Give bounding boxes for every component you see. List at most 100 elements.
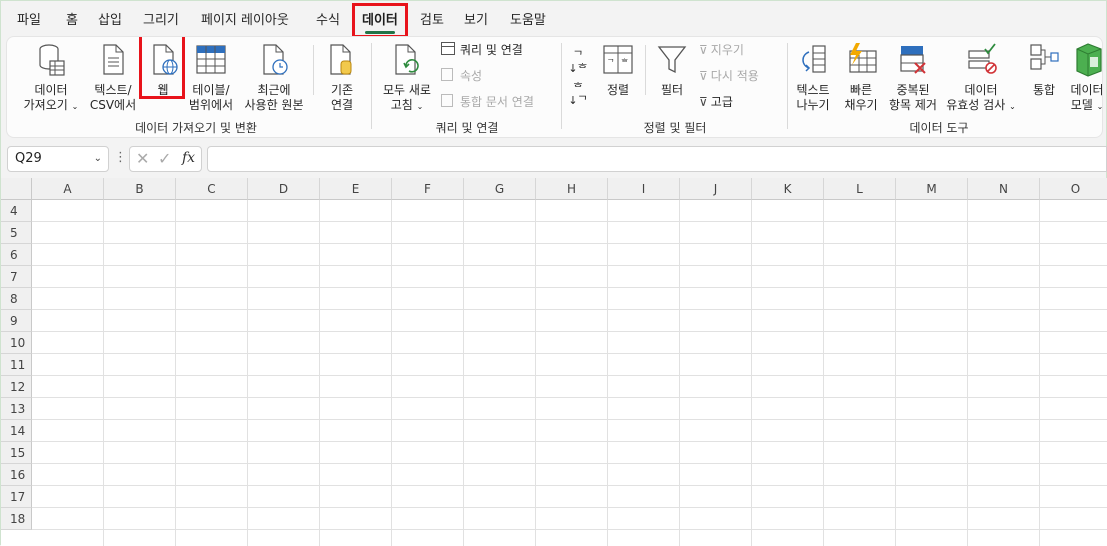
name-box[interactable]: Q29 ⌄ <box>7 146 109 172</box>
column-gridline <box>463 200 464 546</box>
column-header[interactable]: O <box>1040 178 1107 200</box>
refresh-all-label-2: 고침 ⌄ <box>390 98 424 112</box>
row-header[interactable]: 18 <box>1 508 32 530</box>
column-header[interactable]: K <box>752 178 824 200</box>
tab-home[interactable]: 홈 <box>66 11 78 31</box>
row-gridline <box>32 243 1107 244</box>
column-header[interactable]: C <box>176 178 248 200</box>
edit-links-button[interactable]: 통합 문서 연결 <box>441 93 534 111</box>
queries-pane-icon <box>441 42 455 55</box>
reapply-button[interactable]: ⊽ 다시 적용 <box>699 67 759 85</box>
column-header[interactable]: F <box>392 178 464 200</box>
row-gridline <box>32 353 1107 354</box>
properties-button[interactable]: 속성 <box>441 67 482 85</box>
flash-fill-label-2: 채우기 <box>844 98 878 112</box>
tab-view[interactable]: 보기 <box>464 11 488 31</box>
advanced-filter-button[interactable]: ⊽ 고급 <box>699 93 733 111</box>
column-gridline <box>175 200 176 546</box>
reapply-label: 다시 적용 <box>710 69 759 83</box>
select-all-corner[interactable] <box>1 178 32 200</box>
row-header[interactable]: 10 <box>1 332 32 354</box>
tab-review[interactable]: 검토 <box>420 11 444 31</box>
row-header[interactable]: 5 <box>1 222 32 244</box>
ribbon-separator <box>645 45 646 95</box>
row-header[interactable]: 15 <box>1 442 32 464</box>
remove-duplicates-icon <box>900 46 926 74</box>
column-header[interactable]: L <box>824 178 896 200</box>
column-header[interactable]: H <box>536 178 608 200</box>
column-header[interactable]: J <box>680 178 752 200</box>
text-csv-label-2: CSV에서 <box>89 98 137 112</box>
group-separator <box>371 43 372 129</box>
group-label-data-tools: 데이터 도구 <box>909 121 969 135</box>
sort-label: 정렬 <box>606 83 630 97</box>
tab-help[interactable]: 도움말 <box>510 11 546 31</box>
column-header[interactable]: D <box>248 178 320 200</box>
connection-file-icon <box>330 44 352 75</box>
row-header[interactable]: 12 <box>1 376 32 398</box>
row-gridline <box>32 309 1107 310</box>
row-header[interactable]: 9 <box>1 310 32 332</box>
flash-fill-label-1: 빠른 <box>849 83 873 97</box>
ribbon: 데이터 가져오기 ⌄ 텍스트/ CSV에서 웹 테이블/ 범위에서 최근에 사용… <box>7 37 1102 137</box>
row-gridline <box>32 221 1107 222</box>
column-header[interactable]: M <box>896 178 968 200</box>
row-header[interactable]: 7 <box>1 266 32 288</box>
row-header[interactable]: 4 <box>1 200 32 222</box>
row-header[interactable]: 11 <box>1 354 32 376</box>
data-validation-label-1: 데이터 <box>964 83 998 97</box>
column-header[interactable]: G <box>464 178 536 200</box>
tab-formulas[interactable]: 수식 <box>316 11 340 31</box>
filter-label: 필터 <box>660 83 684 97</box>
row-header[interactable]: 14 <box>1 420 32 442</box>
name-box-value: Q29 <box>15 151 42 166</box>
tab-page-layout[interactable]: 페이지 레이아웃 <box>201 11 289 31</box>
queries-connections-button[interactable]: 쿼리 및 연결 <box>441 41 523 59</box>
consolidate-label: 통합 <box>1032 83 1056 97</box>
remove-dup-label-1: 중복된 <box>896 83 930 97</box>
highlight-box-web <box>139 37 185 99</box>
refresh-all-label-1: 모두 새로 <box>383 83 431 97</box>
row-header[interactable]: 17 <box>1 486 32 508</box>
consolidate-icon <box>1030 44 1059 70</box>
tab-insert[interactable]: 삽입 <box>98 11 122 31</box>
insert-function-icon[interactable]: fx <box>182 150 195 166</box>
row-header[interactable]: 13 <box>1 398 32 420</box>
recent-clock-icon <box>263 44 288 75</box>
column-gridline <box>319 200 320 546</box>
clear-filter-button[interactable]: ⊽ 지우기 <box>699 41 744 59</box>
edit-links-label: 통합 문서 연결 <box>460 95 534 109</box>
chevron-down-icon[interactable]: ⌄ <box>94 147 102 171</box>
svg-text:ᄀ: ᄀ <box>607 58 614 67</box>
reapply-icon: ⊽ <box>699 69 708 83</box>
spreadsheet-grid[interactable]: ABCDEFGHIJKLMNO 4 5 6 7 8 9 10 11 12 13 14 15 16 17 18 <box>1 178 1107 546</box>
row-gridline <box>32 397 1107 398</box>
tab-draw[interactable]: 그리기 <box>143 11 179 31</box>
cancel-icon[interactable]: ✕ <box>136 149 149 168</box>
column-header[interactable]: B <box>104 178 176 200</box>
enter-check-icon[interactable]: ✓ <box>158 149 171 168</box>
formula-input[interactable] <box>207 146 1107 172</box>
row-header[interactable]: 8 <box>1 288 32 310</box>
sort-ascending-button[interactable]: ᄀ ↓ᄒ <box>567 49 589 75</box>
column-header[interactable]: N <box>968 178 1040 200</box>
sort-descending-button[interactable]: ᄒ ↓ᄀ <box>567 81 589 107</box>
group-label-queries: 쿼리 및 연결 <box>435 121 499 135</box>
text-file-icon <box>103 44 124 75</box>
tab-file[interactable]: 파일 <box>17 11 41 31</box>
column-header[interactable]: E <box>320 178 392 200</box>
text-to-columns-label-1: 텍스트 <box>796 83 830 97</box>
column-gridline <box>679 200 680 546</box>
row-header[interactable]: 16 <box>1 464 32 486</box>
row-header[interactable]: 6 <box>1 244 32 266</box>
column-gridline <box>607 200 608 546</box>
row-gridline <box>32 287 1107 288</box>
svg-text:ᄒ: ᄒ <box>621 58 628 67</box>
column-header[interactable]: I <box>608 178 680 200</box>
column-gridline <box>751 200 752 546</box>
row-gridline <box>32 529 1107 530</box>
more-options-icon[interactable]: ⋮ <box>114 150 127 165</box>
column-header[interactable]: A <box>32 178 104 200</box>
clear-label: 지우기 <box>710 43 744 57</box>
recent-sources-label-1: 최근에 <box>257 83 291 97</box>
